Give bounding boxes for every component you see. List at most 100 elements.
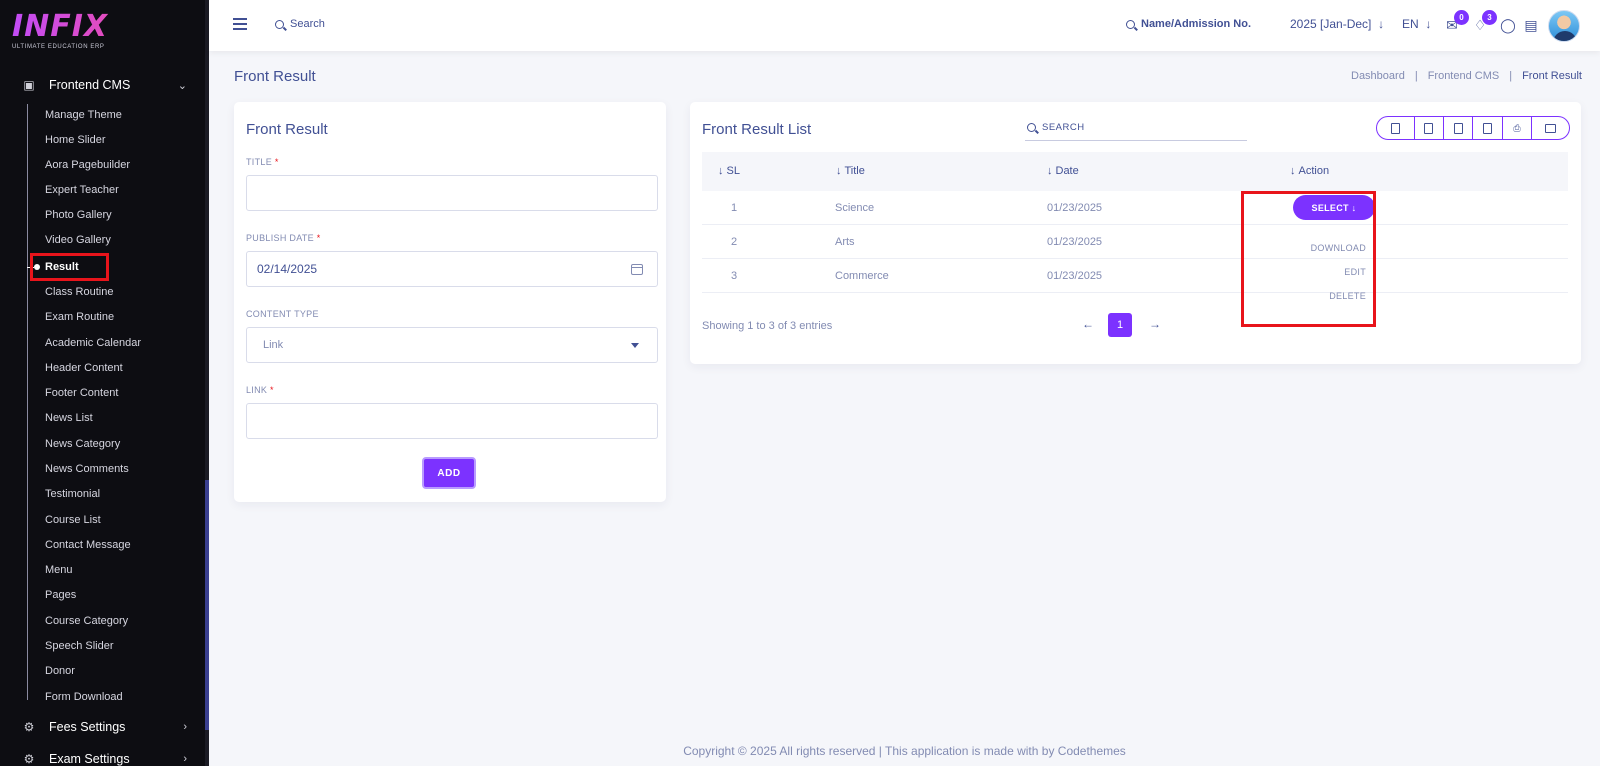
select-action-button[interactable]: SELECT ↓ xyxy=(1293,195,1375,220)
chart-icon[interactable]: ▤ xyxy=(1522,16,1540,34)
gears-icon: ⚙ xyxy=(23,720,35,734)
active-tick xyxy=(27,267,34,268)
sidebar-item-course-category[interactable]: Course Category xyxy=(45,611,128,631)
dropdown-edit[interactable]: EDIT xyxy=(1286,267,1366,277)
table-search-input[interactable]: SEARCH xyxy=(1025,114,1247,141)
sidebar-item-course-list[interactable]: Course List xyxy=(45,510,101,530)
publish-date-input[interactable]: 02/14/2025 xyxy=(246,251,658,287)
excel-button[interactable] xyxy=(1413,117,1443,139)
messages-icon[interactable]: ✉ 0 xyxy=(1443,10,1469,34)
excel-icon xyxy=(1424,122,1434,134)
table-row: 2 Arts 01/23/2025 xyxy=(702,225,1568,259)
header-search[interactable]: Search xyxy=(275,18,325,30)
chevron-right-icon: › xyxy=(183,721,187,733)
breadcrumb-current: Front Result xyxy=(1522,70,1582,82)
column-sl[interactable]: ↓ SL xyxy=(718,165,740,177)
menu-toggle-icon[interactable] xyxy=(233,18,247,30)
dropdown-delete[interactable]: DELETE xyxy=(1286,291,1366,301)
sidebar-item-donor[interactable]: Donor xyxy=(45,661,75,681)
list-title: Front Result List xyxy=(702,121,812,138)
submenu-line xyxy=(27,104,28,700)
footer-copyright: Copyright © 2025 All rights reserved | T… xyxy=(683,744,1126,758)
front-result-form-card: Front Result TITLE * PUBLISH DATE * 02/1… xyxy=(234,102,666,502)
link-input[interactable] xyxy=(246,403,658,439)
entries-info: Showing 1 to 3 of 3 entries xyxy=(702,320,833,332)
active-dot xyxy=(34,264,40,270)
sidebar-item-home-slider[interactable]: Home Slider xyxy=(45,130,106,150)
title-label: TITLE * xyxy=(246,157,279,167)
sidebar-item-manage-theme[interactable]: Manage Theme xyxy=(45,105,122,125)
sidebar-group-label: Fees Settings xyxy=(49,720,126,734)
sidebar-item-form-download[interactable]: Form Download xyxy=(45,687,123,707)
sidebar-item-news-list[interactable]: News List xyxy=(45,408,93,428)
app-logo[interactable]: INFIX ULTIMATE EDUCATION ERP xyxy=(12,12,192,60)
notifications-badge: 3 xyxy=(1482,10,1497,25)
content-type-select[interactable]: Link xyxy=(246,327,658,363)
print-icon: ⎙ xyxy=(1513,122,1521,133)
calendar-icon[interactable] xyxy=(631,264,643,275)
breadcrumb: Dashboard | Frontend CMS | Front Result xyxy=(1351,70,1582,82)
chevron-down-icon: ⌄ xyxy=(177,79,187,92)
sidebar-item-video-gallery[interactable]: Video Gallery xyxy=(45,230,111,250)
sort-arrow-icon: ↓ xyxy=(1290,165,1296,177)
top-header: Search Name/Admission No. 2025 [Jan-Dec]… xyxy=(209,0,1600,51)
sidebar-item-menu[interactable]: Menu xyxy=(45,560,73,580)
sidebar-item-photo-gallery[interactable]: Photo Gallery xyxy=(45,205,112,225)
add-button[interactable]: ADD xyxy=(422,457,476,489)
breadcrumb-frontend-cms[interactable]: Frontend CMS xyxy=(1428,70,1500,82)
search-icon xyxy=(275,19,284,29)
sidebar-item-expert-teacher[interactable]: Expert Teacher xyxy=(45,180,119,200)
table-header: ↓ SL ↓ Title ↓ Date ↓ Action xyxy=(702,152,1568,191)
column-date[interactable]: ↓ Date xyxy=(1047,165,1079,177)
breadcrumb-dashboard[interactable]: Dashboard xyxy=(1351,70,1405,82)
csv-button[interactable] xyxy=(1443,117,1472,139)
column-visibility-button[interactable] xyxy=(1531,117,1569,139)
sidebar-item-aora-pagebuilder[interactable]: Aora Pagebuilder xyxy=(45,155,130,175)
sidebar-scrollbar-thumb[interactable] xyxy=(205,480,209,730)
sidebar-item-class-routine[interactable]: Class Routine xyxy=(45,282,113,302)
user-avatar[interactable] xyxy=(1548,10,1580,42)
academic-year-select[interactable]: 2025 [Jan-Dec] ↓ xyxy=(1290,17,1384,31)
globe-icon[interactable]: ◯ xyxy=(1499,16,1517,34)
csv-icon xyxy=(1453,122,1463,134)
prev-page-icon[interactable]: ← xyxy=(1082,317,1094,331)
page-1-button[interactable]: 1 xyxy=(1108,313,1132,337)
link-label: LINK * xyxy=(246,385,274,395)
sidebar-item-footer-content[interactable]: Footer Content xyxy=(45,383,118,403)
sort-arrow-icon: ↓ xyxy=(1047,165,1053,177)
sidebar-group-label: Frontend CMS xyxy=(49,78,131,92)
sidebar-item-news-category[interactable]: News Category xyxy=(45,434,120,454)
table-row: 3 Commerce 01/23/2025 xyxy=(702,259,1568,293)
sidebar-item-academic-calendar[interactable]: Academic Calendar xyxy=(45,333,141,353)
sidebar-item-header-content[interactable]: Header Content xyxy=(45,358,123,378)
name-admission-search[interactable]: Name/Admission No. xyxy=(1126,18,1251,30)
print-button[interactable]: ⎙ xyxy=(1501,117,1531,139)
sidebar-group-exam-settings[interactable]: ⚙ Exam Settings › xyxy=(0,744,205,766)
title-input[interactable] xyxy=(246,175,658,211)
sidebar-group-label: Exam Settings xyxy=(49,752,130,766)
sidebar-item-testimonial[interactable]: Testimonial xyxy=(45,484,100,504)
sidebar-item-pages[interactable]: Pages xyxy=(45,585,76,605)
page-title: Front Result xyxy=(234,68,316,85)
form-title: Front Result xyxy=(246,121,328,138)
sidebar-item-speech-slider[interactable]: Speech Slider xyxy=(45,636,114,656)
sidebar-group-fees-settings[interactable]: ⚙ Fees Settings › xyxy=(0,712,205,742)
column-action[interactable]: ↓ Action xyxy=(1290,165,1329,177)
pdf-button[interactable] xyxy=(1472,117,1501,139)
sidebar-item-exam-routine[interactable]: Exam Routine xyxy=(45,307,114,327)
front-result-list-card: Front Result List SEARCH ⎙ ↓ SL ↓ Title ↓ D… xyxy=(690,102,1581,364)
sidebar-item-result[interactable]: Result xyxy=(45,257,79,277)
sidebar-item-contact-message[interactable]: Contact Message xyxy=(45,535,131,555)
copy-button[interactable] xyxy=(1377,117,1414,139)
dropdown-download[interactable]: DOWNLOAD xyxy=(1286,243,1366,253)
notification-bell-icon[interactable]: ♢ 3 xyxy=(1471,10,1497,34)
next-page-icon[interactable]: → xyxy=(1149,317,1161,331)
search-icon xyxy=(1027,122,1036,132)
sort-arrow-icon: ↓ xyxy=(718,165,724,177)
column-title[interactable]: ↓ Title xyxy=(836,165,865,177)
sidebar-group-frontend-cms[interactable]: ▣ Frontend CMS ⌄ xyxy=(0,70,205,100)
language-select[interactable]: EN ↓ xyxy=(1402,17,1431,31)
sidebar-item-news-comments[interactable]: News Comments xyxy=(45,459,129,479)
arrow-down-icon: ↓ xyxy=(1422,17,1432,31)
publish-date-label: PUBLISH DATE * xyxy=(246,233,321,243)
